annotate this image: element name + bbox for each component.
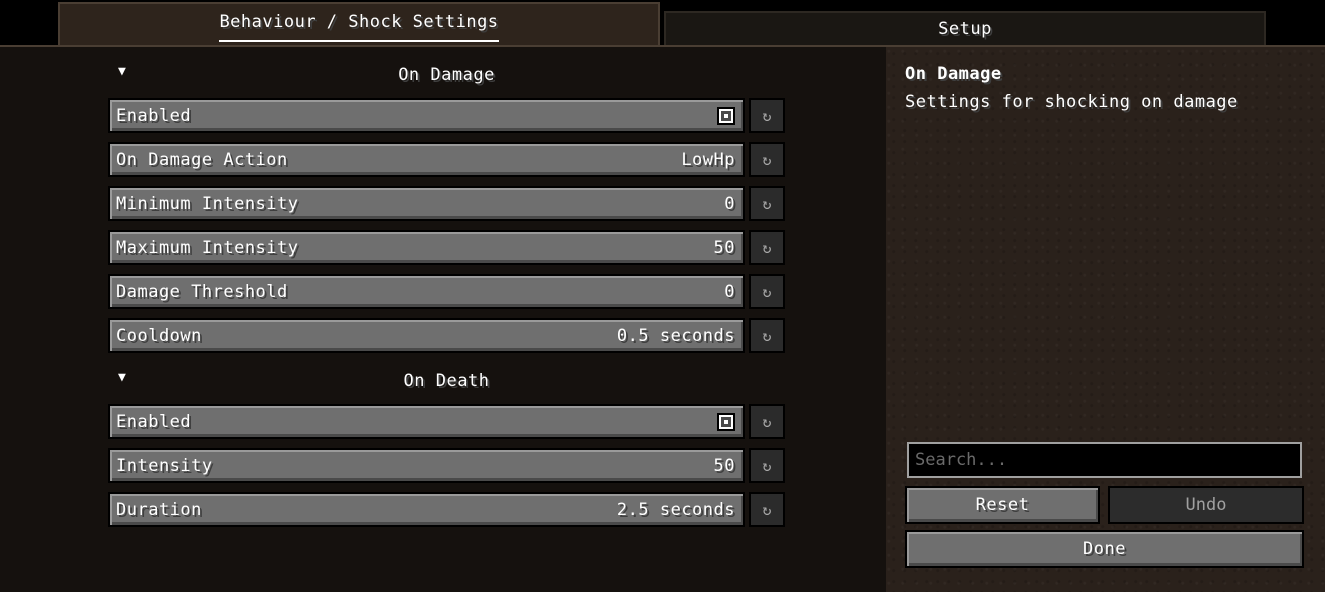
option-value: 50 <box>713 238 735 258</box>
option-value: LowHp <box>681 150 735 170</box>
section-title: On Death <box>403 371 490 391</box>
option-value: 50 <box>713 456 735 476</box>
option-row-cooldown: Cooldown 0.5 seconds ↻ <box>108 318 785 353</box>
undo-button[interactable]: Undo <box>1108 486 1304 524</box>
reset-button-label: Reset <box>975 494 1030 515</box>
option-label: Duration <box>116 500 202 520</box>
option-label: On Damage Action <box>116 150 288 170</box>
option-button-minimum-intensity[interactable]: Minimum Intensity 0 <box>108 186 745 221</box>
reset-button[interactable]: Reset <box>905 486 1100 524</box>
reset-arrow-icon[interactable]: ↻ <box>749 404 785 439</box>
tab-behaviour-shock-settings[interactable]: Behaviour / Shock Settings <box>58 2 660 46</box>
option-value: 0 <box>724 194 735 214</box>
description-title: On Damage <box>905 64 1002 84</box>
option-label: Intensity <box>116 456 213 476</box>
option-row-duration: Duration 2.5 seconds ↻ <box>108 492 785 527</box>
reset-arrow-icon[interactable]: ↻ <box>749 318 785 353</box>
option-value: 0 <box>724 282 735 302</box>
search-input[interactable] <box>907 442 1302 478</box>
option-row-on-damage-action: On Damage Action LowHp ↻ <box>108 142 785 177</box>
reset-arrow-icon[interactable]: ↻ <box>749 230 785 265</box>
reset-arrow-icon[interactable]: ↻ <box>749 274 785 309</box>
tab-behaviour-label: Behaviour / Shock Settings <box>219 14 499 42</box>
done-button-label: Done <box>1083 538 1126 559</box>
checkbox-checked-icon[interactable] <box>717 413 735 431</box>
description-text: Settings for shocking on damage <box>905 92 1238 112</box>
option-label: Cooldown <box>116 326 202 346</box>
option-button-cooldown[interactable]: Cooldown 0.5 seconds <box>108 318 745 353</box>
option-label: Enabled <box>116 412 192 432</box>
option-value: 0.5 seconds <box>616 326 735 346</box>
option-row-damage-threshold: Damage Threshold 0 ↻ <box>108 274 785 309</box>
option-row-maximum-intensity: Maximum Intensity 50 ↻ <box>108 230 785 265</box>
option-label: Minimum Intensity <box>116 194 299 214</box>
undo-button-label: Undo <box>1185 495 1227 515</box>
reset-arrow-icon[interactable]: ↻ <box>749 142 785 177</box>
done-button[interactable]: Done <box>905 530 1304 568</box>
section-title: On Damage <box>398 65 495 85</box>
option-row-enabled: Enabled ↻ <box>108 98 785 133</box>
section-header-on-damage[interactable]: ▼ On Damage <box>108 64 785 88</box>
option-row-intensity: Intensity 50 ↻ <box>108 448 785 483</box>
option-button-on-damage-action[interactable]: On Damage Action LowHp <box>108 142 745 177</box>
option-button-maximum-intensity[interactable]: Maximum Intensity 50 <box>108 230 745 265</box>
tab-setup-label: Setup <box>938 19 992 39</box>
reset-arrow-icon[interactable]: ↻ <box>749 186 785 221</box>
reset-arrow-icon[interactable]: ↻ <box>749 448 785 483</box>
option-row-minimum-intensity: Minimum Intensity 0 ↻ <box>108 186 785 221</box>
option-button-damage-threshold[interactable]: Damage Threshold 0 <box>108 274 745 309</box>
tab-setup[interactable]: Setup <box>664 11 1266 46</box>
reset-arrow-icon[interactable]: ↻ <box>749 98 785 133</box>
option-label: Maximum Intensity <box>116 238 299 258</box>
option-label: Damage Threshold <box>116 282 288 302</box>
reset-arrow-icon[interactable]: ↻ <box>749 492 785 527</box>
option-value: 2.5 seconds <box>616 500 735 520</box>
option-button-death-enabled[interactable]: Enabled <box>108 404 745 439</box>
option-button-enabled[interactable]: Enabled <box>108 98 745 133</box>
checkbox-checked-icon[interactable] <box>717 107 735 125</box>
option-button-duration[interactable]: Duration 2.5 seconds <box>108 492 745 527</box>
option-button-intensity[interactable]: Intensity 50 <box>108 448 745 483</box>
option-row-death-enabled: Enabled ↻ <box>108 404 785 439</box>
section-header-on-death[interactable]: ▼ On Death <box>108 370 785 394</box>
option-label: Enabled <box>116 106 192 126</box>
